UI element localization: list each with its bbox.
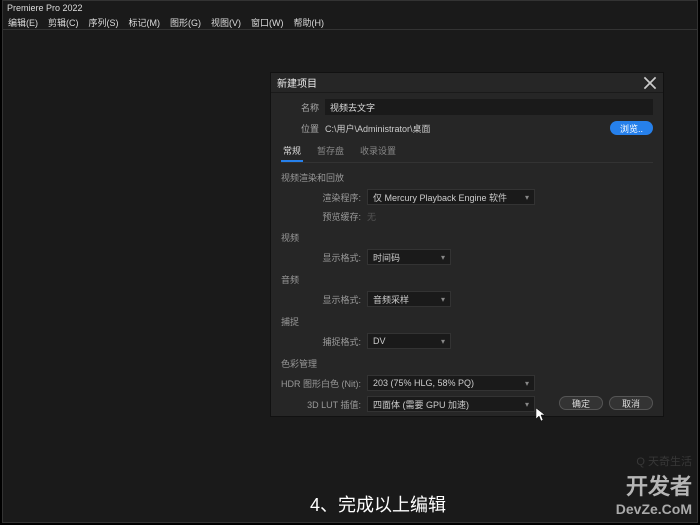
new-project-dialog: 新建项目 名称 位置 C:\用户\Administrator\桌面 浏览.. 常… (270, 72, 664, 417)
video-display-row: 显示格式: 时间码 ▾ (281, 249, 653, 265)
app-title: Premiere Pro 2022 (7, 3, 83, 13)
watermark-line2: 开发者 (616, 469, 692, 501)
watermark: Q 天奇生活 开发者 DevZe.CoM (616, 453, 692, 517)
menu-edit[interactable]: 编辑(E) (5, 15, 41, 30)
close-icon[interactable] (643, 76, 657, 90)
capture-value: DV (373, 336, 386, 346)
capture-row: 捕捉格式: DV ▾ (281, 333, 653, 349)
location-label: 位置 (281, 122, 319, 135)
capture-select[interactable]: DV ▾ (367, 333, 451, 349)
dialog-titlebar: 新建项目 (271, 73, 663, 93)
menu-help[interactable]: 帮助(H) (291, 15, 328, 30)
ok-button[interactable]: 确定 (559, 396, 603, 410)
section-video-title: 视频 (281, 231, 653, 244)
section-video: 视频 显示格式: 时间码 ▾ (281, 231, 653, 265)
section-capture-title: 捕捉 (281, 315, 653, 328)
menu-graphics[interactable]: 图形(G) (167, 15, 204, 30)
chevron-down-icon: ▾ (441, 253, 445, 262)
section-render: 视频渲染和回放 渲染程序: 仅 Mercury Playback Engine … (281, 171, 653, 223)
location-value: C:\用户\Administrator\桌面 (325, 122, 604, 135)
menu-view[interactable]: 视图(V) (208, 15, 244, 30)
chevron-down-icon: ▾ (525, 400, 529, 409)
preview-cache-value: 无 (367, 210, 376, 223)
bottom-caption: 4、完成以上编辑 (310, 491, 446, 517)
section-audio-title: 音频 (281, 273, 653, 286)
preview-cache-row: 预览缓存: 无 (281, 210, 653, 223)
menu-sequence[interactable]: 序列(S) (86, 15, 122, 30)
section-capture: 捕捉 捕捉格式: DV ▾ (281, 315, 653, 349)
video-display-value: 时间码 (373, 251, 400, 264)
browse-button[interactable]: 浏览.. (610, 121, 653, 135)
tab-scratch[interactable]: 暂存盘 (315, 141, 346, 162)
renderer-label: 渲染程序: (297, 191, 361, 204)
location-row: 位置 C:\用户\Administrator\桌面 浏览.. (281, 121, 653, 135)
dialog-body: 名称 位置 C:\用户\Administrator\桌面 浏览.. 常规 暂存盘… (271, 93, 663, 423)
dialog-title: 新建项目 (277, 75, 317, 90)
tab-ingest[interactable]: 收录设置 (358, 141, 398, 162)
lut-label: 3D LUT 插值: (281, 398, 361, 411)
hdr-row: HDR 图形白色 (Nit): 203 (75% HLG, 58% PQ) ▾ (281, 375, 653, 391)
menu-bar: 编辑(E) 剪辑(C) 序列(S) 标记(M) 图形(G) 视图(V) 窗口(W… (3, 15, 697, 29)
preview-cache-label: 预览缓存: (297, 210, 361, 223)
chevron-down-icon: ▾ (441, 337, 445, 346)
title-bar: Premiere Pro 2022 (3, 1, 697, 15)
audio-display-value: 音频采样 (373, 293, 409, 306)
section-audio: 音频 显示格式: 音频采样 ▾ (281, 273, 653, 307)
menu-window[interactable]: 窗口(W) (248, 15, 287, 30)
renderer-value: 仅 Mercury Playback Engine 软件 (373, 191, 507, 204)
dialog-footer: 确定 取消 (559, 396, 653, 410)
section-color-title: 色彩管理 (281, 357, 653, 370)
video-display-label: 显示格式: (297, 251, 361, 264)
hdr-value: 203 (75% HLG, 58% PQ) (373, 378, 474, 388)
chevron-down-icon: ▾ (525, 379, 529, 388)
cancel-button[interactable]: 取消 (609, 396, 653, 410)
menu-clip[interactable]: 剪辑(C) (45, 15, 82, 30)
audio-display-label: 显示格式: (297, 293, 361, 306)
renderer-row: 渲染程序: 仅 Mercury Playback Engine 软件 ▾ (281, 189, 653, 205)
audio-display-row: 显示格式: 音频采样 ▾ (281, 291, 653, 307)
renderer-select[interactable]: 仅 Mercury Playback Engine 软件 ▾ (367, 189, 535, 205)
watermark-line1: Q 天奇生活 (616, 453, 692, 469)
tab-general[interactable]: 常规 (281, 141, 303, 162)
chevron-down-icon: ▾ (441, 295, 445, 304)
watermark-url: DevZe.CoM (616, 501, 692, 517)
hdr-select[interactable]: 203 (75% HLG, 58% PQ) ▾ (367, 375, 535, 391)
section-render-title: 视频渲染和回放 (281, 171, 653, 184)
mouse-cursor-icon (536, 408, 546, 422)
hdr-label: HDR 图形白色 (Nit): (281, 377, 361, 390)
chevron-down-icon: ▾ (525, 193, 529, 202)
name-input[interactable] (325, 99, 653, 115)
video-display-select[interactable]: 时间码 ▾ (367, 249, 451, 265)
capture-label: 捕捉格式: (297, 335, 361, 348)
dialog-tabs: 常规 暂存盘 收录设置 (281, 141, 653, 163)
menu-marker[interactable]: 标记(M) (126, 15, 164, 30)
name-label: 名称 (281, 101, 319, 114)
lut-select[interactable]: 四面体 (需要 GPU 加速) ▾ (367, 396, 535, 412)
lut-value: 四面体 (需要 GPU 加速) (373, 398, 469, 411)
audio-display-select[interactable]: 音频采样 ▾ (367, 291, 451, 307)
name-row: 名称 (281, 99, 653, 115)
